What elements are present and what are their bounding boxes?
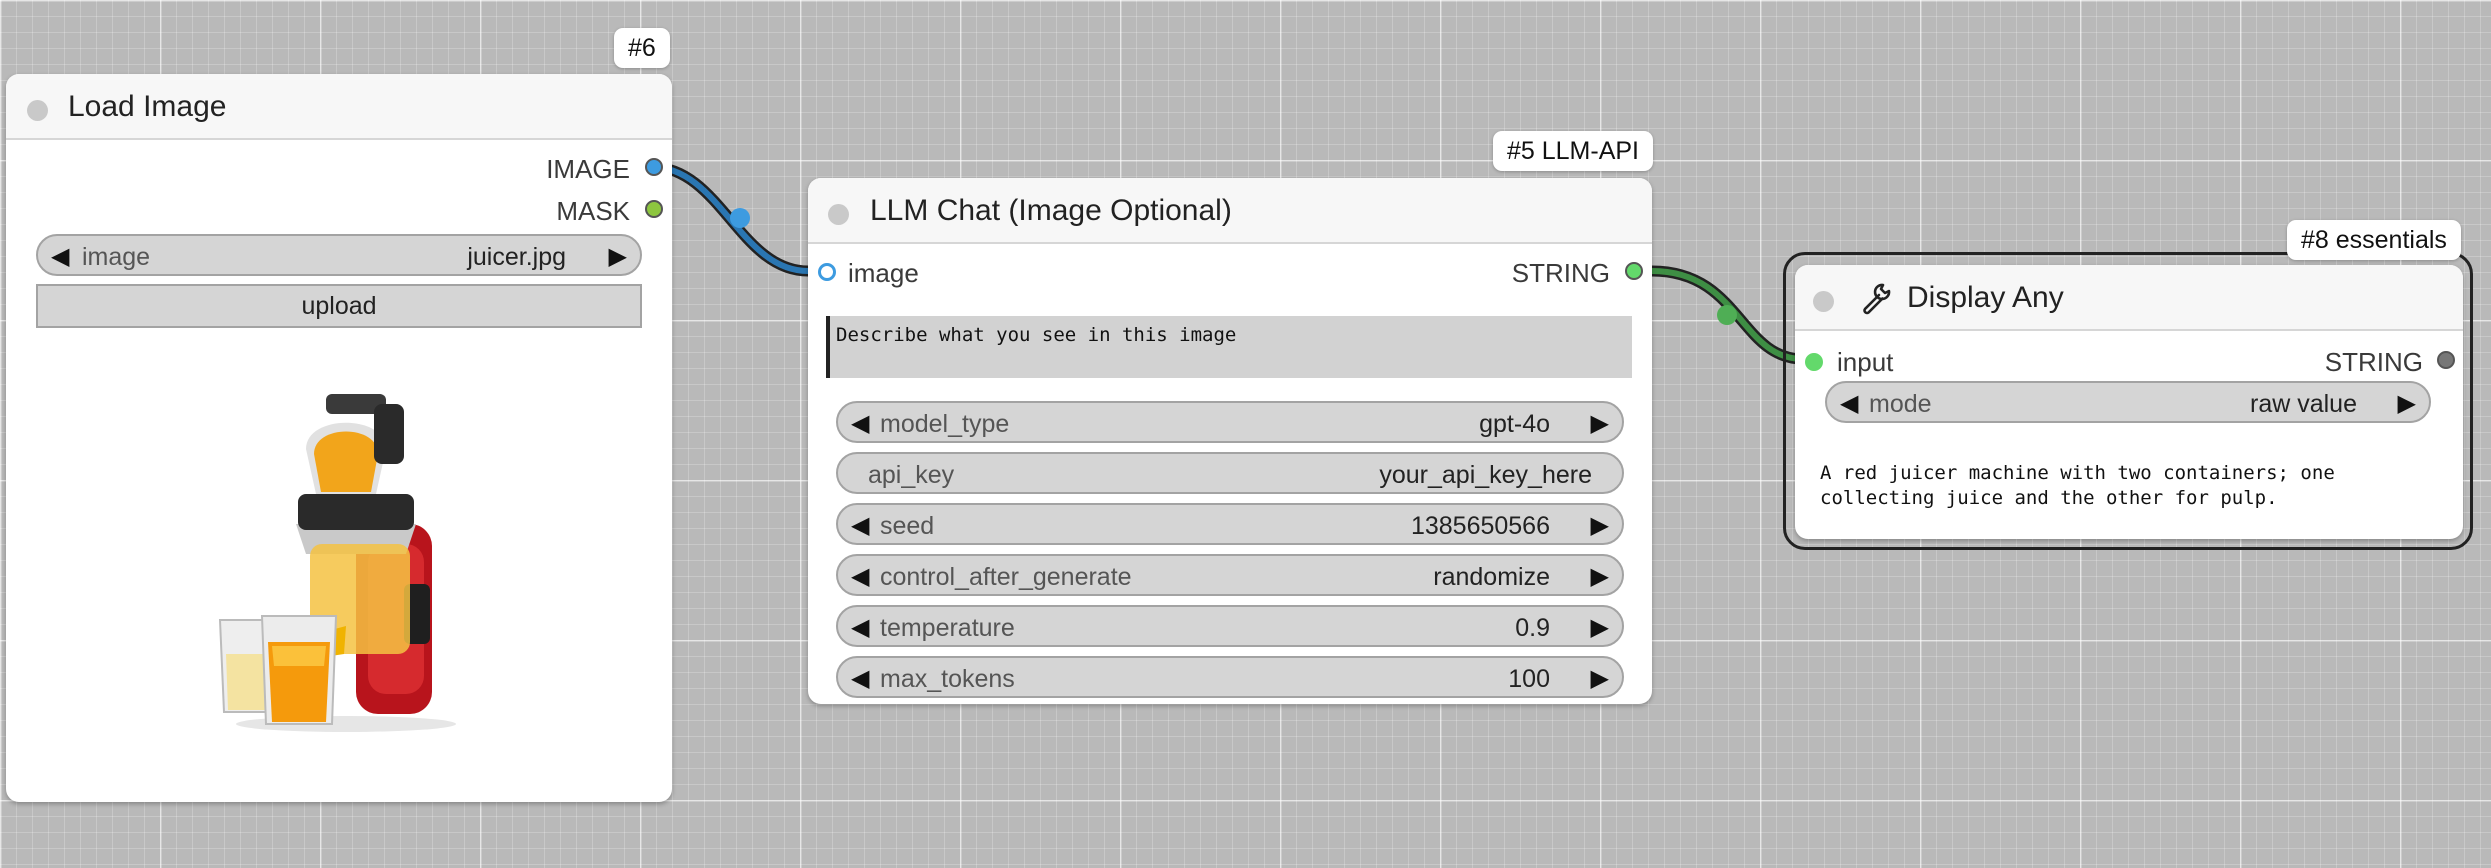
node-title: Load Image	[68, 90, 227, 123]
control-after-generate-combo[interactable]: ◀ control_after_generate randomize ▶	[836, 554, 1624, 596]
output-slot-mask[interactable]	[645, 200, 663, 218]
widget-value: raw value	[2250, 390, 2357, 418]
widget-value: 0.9	[1515, 614, 1550, 642]
display-any-node[interactable]: Display Any input STRING ◀ mode raw valu…	[1795, 265, 2463, 539]
widget-name: api_key	[868, 461, 955, 489]
node-header[interactable]: Load Image	[6, 74, 672, 140]
temperature-number-widget[interactable]: ◀ temperature 0.9 ▶	[836, 605, 1624, 647]
widget-name: control_after_generate	[880, 563, 1132, 591]
widget-value: gpt-4o	[1479, 410, 1550, 438]
node-badge-load-image: #6	[614, 28, 670, 68]
arrow-left-icon[interactable]: ◀	[1840, 389, 1858, 418]
display-output-text: A red juicer machine with two containers…	[1820, 461, 2440, 511]
arrow-right-icon[interactable]: ▶	[1591, 664, 1609, 693]
mode-combo[interactable]: ◀ mode raw value ▶	[1825, 381, 2431, 423]
load-image-node[interactable]: Load Image IMAGE MASK ◀ image juicer.jpg…	[6, 74, 672, 802]
output-text-line: collecting juice and the other for pulp.	[1820, 487, 2278, 509]
link-image-inner	[651, 164, 809, 274]
output-slot-string[interactable]	[1625, 262, 1643, 280]
widget-value: your_api_key_here	[1379, 461, 1592, 489]
arrow-left-icon[interactable]: ◀	[851, 613, 869, 642]
arrow-right-icon[interactable]: ▶	[1591, 511, 1609, 540]
arrow-left-icon[interactable]: ◀	[851, 664, 869, 693]
node-header[interactable]: Display Any	[1795, 265, 2463, 331]
output-slot-string[interactable]	[2437, 351, 2455, 369]
widget-name: max_tokens	[880, 665, 1015, 693]
output-label-string: STRING	[1511, 258, 1610, 288]
widget-name: seed	[880, 512, 935, 540]
widget-value: 1385650566	[1410, 512, 1550, 540]
llm-chat-node[interactable]: LLM Chat (Image Optional) image STRING D…	[808, 178, 1652, 704]
api-key-field[interactable]: api_key your_api_key_here	[836, 452, 1624, 494]
image-combo-widget[interactable]: ◀ image juicer.jpg ▶	[36, 234, 642, 276]
output-label-string: STRING	[2324, 347, 2423, 377]
node-header[interactable]: LLM Chat (Image Optional)	[808, 178, 1652, 244]
max-tokens-number-widget[interactable]: ◀ max_tokens 100 ▶	[836, 656, 1624, 698]
arrow-right-icon[interactable]: ▶	[609, 242, 627, 271]
output-label-mask: MASK	[556, 196, 630, 226]
input-label-input: input	[1837, 347, 1894, 377]
arrow-left-icon[interactable]: ◀	[851, 562, 869, 591]
arrow-right-icon[interactable]: ▶	[1591, 613, 1609, 642]
widget-name: mode	[1869, 390, 1932, 418]
link-string-midpoint[interactable]	[1717, 305, 1737, 325]
node-badge-llm-chat: #5 LLM-API	[1493, 131, 1654, 171]
node-title: Display Any	[1907, 281, 2064, 314]
widget-name: image	[82, 243, 151, 271]
link-image-midpoint[interactable]	[730, 208, 750, 228]
arrow-left-icon[interactable]: ◀	[851, 409, 869, 438]
seed-number-widget[interactable]: ◀ seed 1385650566 ▶	[836, 503, 1624, 545]
arrow-left-icon[interactable]: ◀	[851, 511, 869, 540]
upload-button[interactable]: upload	[36, 284, 642, 328]
model-type-combo[interactable]: ◀ model_type gpt-4o ▶	[836, 401, 1624, 443]
output-text-line: A red juicer machine with two containers…	[1820, 462, 2335, 484]
widget-name: model_type	[880, 410, 1010, 438]
collapse-dot-icon[interactable]	[27, 100, 48, 121]
arrow-right-icon[interactable]: ▶	[1591, 409, 1609, 438]
arrow-left-icon[interactable]: ◀	[51, 242, 69, 271]
output-label-image: IMAGE	[546, 154, 630, 184]
arrow-right-icon[interactable]: ▶	[2398, 389, 2416, 418]
collapse-dot-icon[interactable]	[1813, 291, 1834, 312]
input-label-image: image	[848, 258, 919, 288]
collapse-dot-icon[interactable]	[828, 204, 849, 225]
input-slot-image[interactable]	[818, 263, 836, 281]
widget-name: temperature	[880, 614, 1015, 642]
prompt-textarea[interactable]: Describe what you see in this image	[826, 316, 1632, 378]
output-slot-image[interactable]	[645, 158, 663, 176]
image-preview	[218, 394, 456, 732]
widget-value: 100	[1508, 665, 1550, 693]
arrow-right-icon[interactable]: ▶	[1591, 562, 1609, 591]
widget-value: randomize	[1433, 563, 1550, 591]
input-slot-input[interactable]	[1805, 353, 1823, 371]
wrench-icon	[1863, 283, 1891, 315]
widget-value: juicer.jpg	[467, 243, 566, 271]
node-title: LLM Chat (Image Optional)	[870, 194, 1232, 227]
node-badge-display-any: #8 essentials	[2287, 220, 2461, 260]
